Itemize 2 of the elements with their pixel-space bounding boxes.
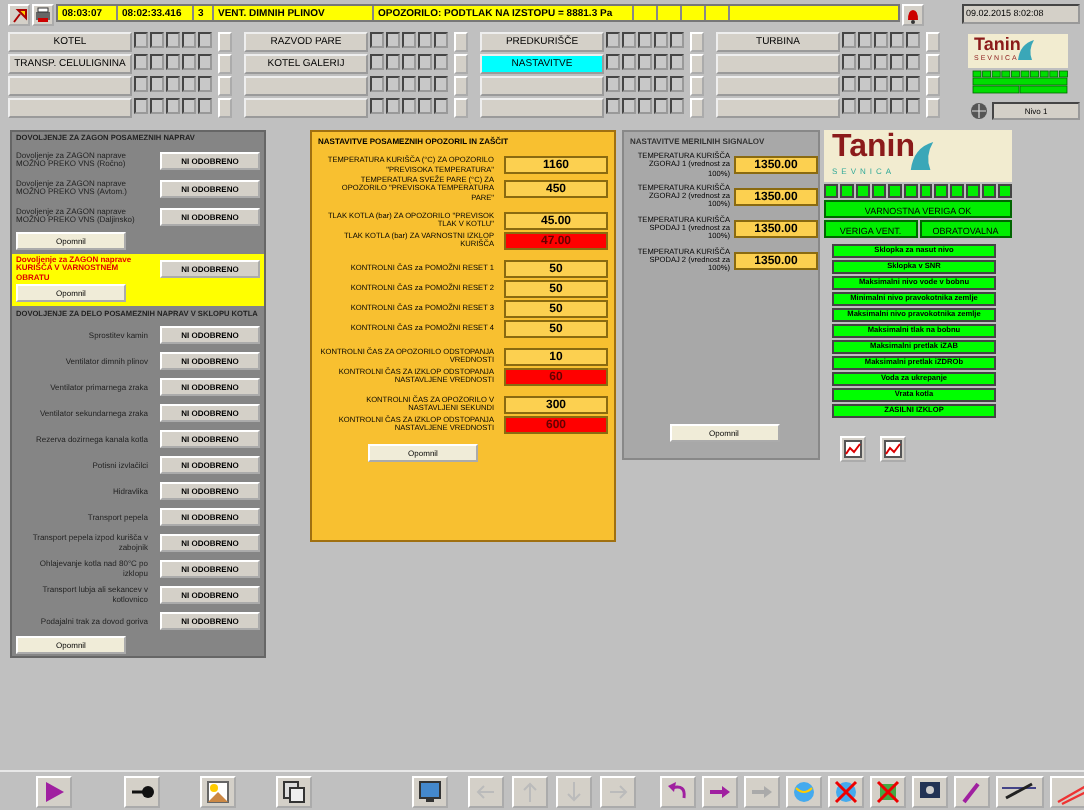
logo-text: Tanin	[974, 34, 1021, 54]
logo-text: Tanin	[832, 130, 915, 166]
